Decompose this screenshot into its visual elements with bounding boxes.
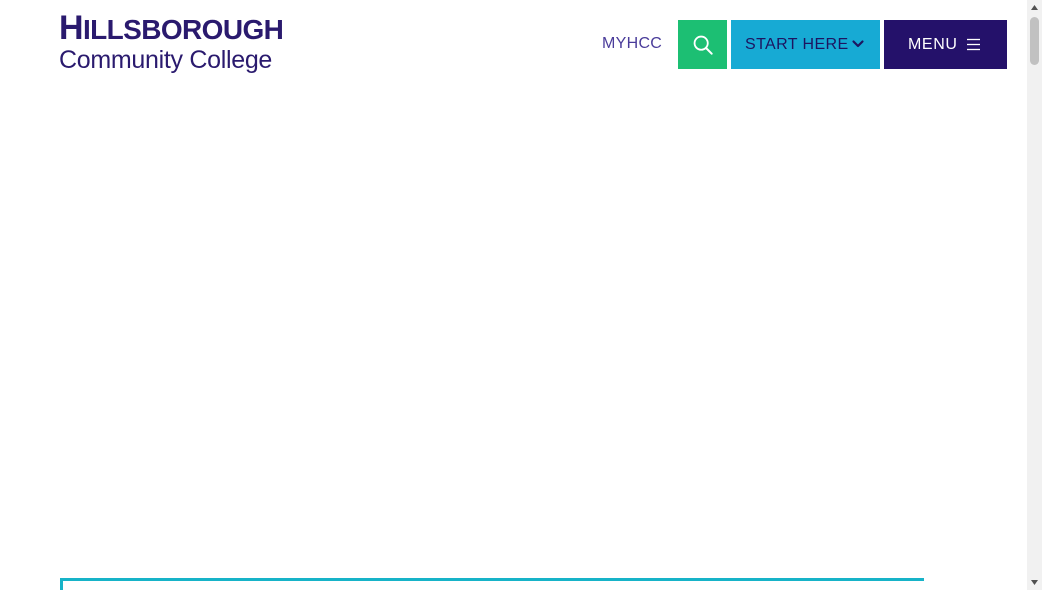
page: HILLSBOROUGH Community College MYHCC STA… bbox=[0, 0, 1042, 590]
menu-button[interactable]: MENU bbox=[884, 20, 1007, 69]
scroll-down-button[interactable] bbox=[1027, 575, 1042, 590]
arrow-down-icon bbox=[1031, 580, 1038, 585]
arrow-up-icon bbox=[1031, 5, 1038, 10]
browser-viewport: HILLSBOROUGH Community College MYHCC STA… bbox=[0, 0, 1027, 590]
vertical-scrollbar[interactable] bbox=[1027, 0, 1042, 590]
hcc-logo[interactable]: HILLSBOROUGH Community College bbox=[59, 9, 291, 74]
search-icon bbox=[693, 35, 713, 55]
myhcc-link[interactable]: MYHCC bbox=[602, 34, 662, 54]
logo-wordmark-bottom: Community College bbox=[59, 46, 273, 74]
scroll-thumb[interactable] bbox=[1030, 17, 1039, 65]
logo-initial: H bbox=[59, 9, 84, 47]
logo-wordmark-top: HILLSBOROUGH bbox=[59, 9, 284, 47]
logo-wordmark-rest: ILLSBOROUGH bbox=[82, 14, 284, 45]
menu-label: MENU bbox=[908, 35, 958, 53]
content-card-outline bbox=[60, 578, 924, 590]
chevron-down-icon bbox=[852, 40, 864, 48]
hamburger-menu-icon bbox=[967, 38, 980, 51]
scroll-up-button[interactable] bbox=[1027, 0, 1042, 15]
start-here-label: START HERE bbox=[745, 35, 849, 53]
start-here-button[interactable]: START HERE bbox=[731, 20, 880, 69]
search-button[interactable] bbox=[678, 20, 727, 69]
